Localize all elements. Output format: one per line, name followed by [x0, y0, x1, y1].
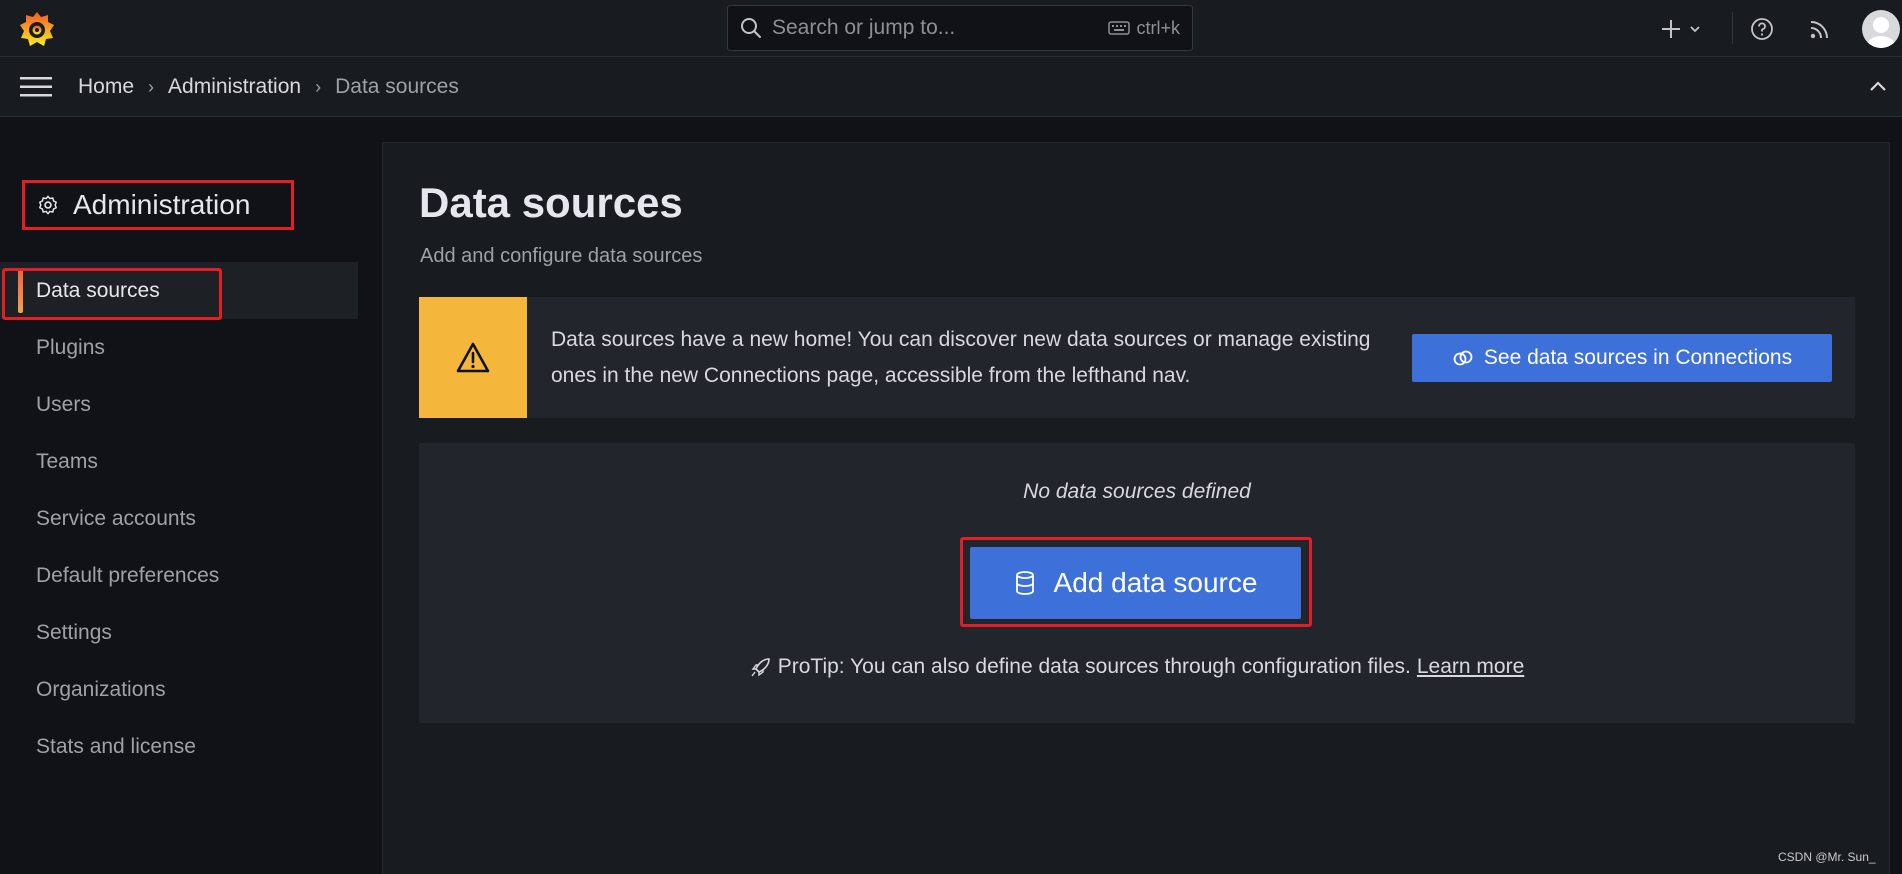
learn-more-link[interactable]: Learn more	[1417, 655, 1524, 679]
sidebar-item-label: Default preferences	[36, 563, 220, 587]
breadcrumb-administration[interactable]: Administration	[168, 75, 301, 99]
grafana-logo-icon[interactable]	[18, 10, 56, 48]
avatar[interactable]	[1862, 10, 1900, 48]
sidebar-item-teams[interactable]: Teams	[0, 433, 358, 490]
new-menu-button[interactable]	[1660, 0, 1702, 57]
sidebar-item-stats-and-license[interactable]: Stats and license	[0, 718, 358, 775]
sidebar-item-label: Stats and license	[36, 734, 196, 758]
sidebar-item-label: Data sources	[36, 278, 160, 302]
search-bar[interactable]: Search or jump to... ctrl+k	[727, 5, 1193, 51]
add-data-source-label: Add data source	[1053, 567, 1258, 598]
add-data-source-button[interactable]: Add data source	[970, 547, 1301, 619]
shortcut-label: ctrl+k	[1136, 17, 1180, 38]
sidebar-nav: Data sources Plugins Users Teams Service…	[0, 262, 358, 775]
help-button[interactable]	[1750, 0, 1774, 57]
search-icon	[741, 18, 761, 38]
user-icon	[1867, 17, 1895, 48]
breadcrumb-data-sources: Data sources	[335, 75, 459, 98]
plus-icon	[1662, 19, 1680, 38]
chevron-up-icon[interactable]	[1866, 75, 1890, 99]
gear-icon	[39, 195, 57, 215]
sidebar-item-data-sources[interactable]: Data sources	[0, 262, 358, 319]
sidebar-item-label: Settings	[36, 620, 112, 644]
sidebar-item-users[interactable]: Users	[0, 376, 358, 433]
top-bar: Search or jump to... ctrl+k	[0, 0, 1902, 57]
breadcrumb-separator: ›	[315, 76, 322, 97]
sidebar-item-service-accounts[interactable]: Service accounts	[0, 490, 358, 547]
breadcrumb-home[interactable]: Home	[78, 75, 134, 99]
news-feed-button[interactable]	[1808, 0, 1832, 57]
database-icon	[1015, 571, 1034, 595]
admin-sidebar: Administration Data sources Plugins User…	[0, 118, 360, 874]
breadcrumb: Home › Administration › Data sources	[78, 57, 459, 117]
sidebar-item-label: Service accounts	[36, 506, 196, 530]
search-placeholder: Search or jump to...	[772, 16, 956, 39]
sidebar-item-label: Plugins	[36, 335, 105, 359]
keyboard-icon	[1108, 21, 1131, 35]
empty-state-message: No data sources defined	[1023, 480, 1251, 503]
watermark: CSDN @Mr. Sun_	[1778, 850, 1876, 864]
info-alert: Data sources have a new home! You can di…	[419, 297, 1855, 418]
protip-text: ProTip: You can also define data sources…	[777, 655, 1411, 678]
sidebar-item-label: Users	[36, 392, 91, 416]
alert-message: Data sources have a new home! You can di…	[551, 327, 1371, 387]
help-icon	[1751, 17, 1773, 40]
chevron-down-icon	[1690, 25, 1700, 32]
breadcrumb-separator: ›	[148, 76, 155, 97]
rss-icon	[1810, 20, 1828, 38]
rocket-icon	[751, 658, 770, 677]
sidebar-title: Administration	[73, 189, 251, 220]
sidebar-title-box: Administration	[22, 180, 294, 230]
warning-icon	[456, 342, 490, 372]
page-subtitle: Add and configure data sources	[420, 245, 703, 267]
breadcrumb-bar: Home › Administration › Data sources	[0, 57, 1902, 117]
page-title: Data sources	[419, 179, 683, 226]
sidebar-item-plugins[interactable]: Plugins	[0, 319, 358, 376]
see-connections-button[interactable]: See data sources in Connections	[1412, 334, 1832, 382]
alert-icon-box	[419, 297, 527, 418]
protip: ProTip: You can also define data sources…	[419, 655, 1855, 679]
main-content: Data sources Add and configure data sour…	[382, 142, 1890, 874]
empty-state-panel: No data sources defined Add data source …	[419, 443, 1855, 723]
sidebar-item-default-preferences[interactable]: Default preferences	[0, 547, 358, 604]
toolbar-divider	[1732, 12, 1733, 44]
link-icon	[1453, 350, 1473, 366]
sidebar-item-settings[interactable]: Settings	[0, 604, 358, 661]
keyboard-shortcut: ctrl+k	[1108, 18, 1180, 39]
sidebar-item-label: Organizations	[36, 677, 166, 701]
see-connections-label: See data sources in Connections	[1483, 346, 1793, 369]
sidebar-item-organizations[interactable]: Organizations	[0, 661, 358, 718]
menu-icon[interactable]	[20, 76, 52, 98]
sidebar-item-label: Teams	[36, 449, 98, 473]
